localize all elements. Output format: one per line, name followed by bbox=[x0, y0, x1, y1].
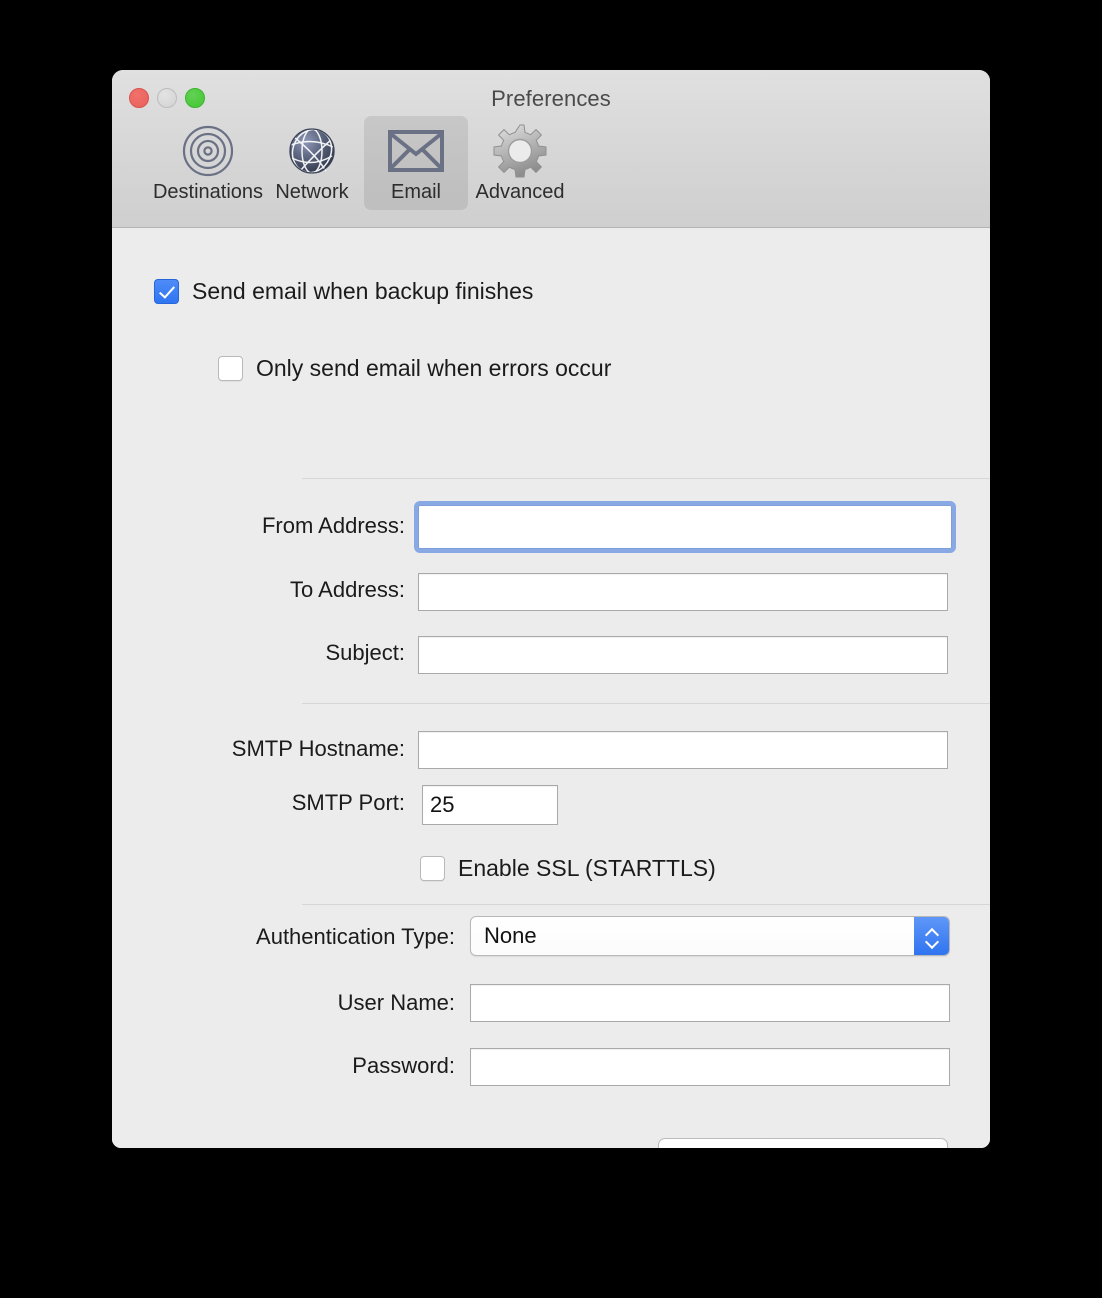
smtp-port-input[interactable]: 25 bbox=[422, 785, 558, 825]
tab-label-email: Email bbox=[390, 181, 441, 203]
user-name-input[interactable] bbox=[470, 984, 950, 1022]
tab-label-destinations: Destinations bbox=[152, 181, 264, 203]
separator-middle bbox=[302, 703, 990, 704]
gear-icon bbox=[492, 124, 548, 178]
authentication-type-value: None bbox=[484, 923, 537, 948]
send-test-message-button[interactable]: Send Test Message bbox=[658, 1138, 948, 1148]
to-address-label: To Address: bbox=[290, 577, 405, 602]
smtp-hostname-label: SMTP Hostname: bbox=[231, 736, 405, 761]
from-address-input[interactable] bbox=[414, 501, 956, 553]
user-name-label: User Name: bbox=[337, 990, 455, 1015]
tab-label-network: Network bbox=[275, 181, 349, 203]
subject-label: Subject: bbox=[325, 640, 406, 665]
only-errors-checkbox[interactable] bbox=[218, 356, 243, 381]
smtp-hostname-input[interactable] bbox=[418, 731, 948, 769]
titlebar-toolbar: Preferences Destinations Network Email A… bbox=[112, 70, 990, 228]
to-address-input[interactable] bbox=[418, 573, 948, 611]
authentication-type-select[interactable]: None bbox=[470, 916, 950, 956]
subject-input[interactable] bbox=[418, 636, 948, 674]
enable-ssl-checkbox-row[interactable]: Enable SSL (STARTTLS) bbox=[420, 855, 716, 882]
chevron-down-icon bbox=[925, 938, 938, 945]
from-address-label: From Address: bbox=[261, 513, 405, 538]
send-email-checkbox-row[interactable]: Send email when backup finishes bbox=[154, 278, 533, 305]
target-icon bbox=[181, 124, 235, 178]
only-errors-label: Only send email when errors occur bbox=[256, 355, 612, 381]
tab-network[interactable]: Network bbox=[260, 116, 364, 210]
send-email-label: Send email when backup finishes bbox=[192, 278, 534, 304]
globe-icon bbox=[286, 124, 338, 178]
separator-bottom bbox=[302, 904, 990, 905]
toolbar-tabs: Destinations Network Email Advanced bbox=[152, 116, 572, 210]
preferences-window: Preferences Destinations Network Email A… bbox=[112, 70, 990, 1148]
enable-ssl-label: Enable SSL (STARTTLS) bbox=[458, 855, 716, 881]
send-email-checkbox[interactable] bbox=[154, 279, 179, 304]
chevron-updown-icon[interactable] bbox=[914, 917, 949, 955]
tab-advanced[interactable]: Advanced bbox=[468, 116, 572, 210]
only-errors-checkbox-row[interactable]: Only send email when errors occur bbox=[218, 355, 611, 382]
window-title: Preferences bbox=[491, 86, 611, 111]
tab-destinations[interactable]: Destinations bbox=[152, 116, 264, 210]
separator-top bbox=[302, 478, 990, 479]
password-label: Password: bbox=[352, 1053, 455, 1078]
tab-label-advanced: Advanced bbox=[475, 181, 565, 203]
authentication-type-label: Authentication Type: bbox=[256, 924, 455, 949]
enable-ssl-checkbox[interactable] bbox=[420, 856, 445, 881]
password-input[interactable] bbox=[470, 1048, 950, 1086]
smtp-port-label: SMTP Port: bbox=[291, 790, 405, 815]
envelope-icon bbox=[388, 124, 444, 178]
tab-email[interactable]: Email bbox=[364, 116, 468, 210]
email-settings-panel: Send email when backup finishes Only sen… bbox=[112, 228, 990, 1148]
